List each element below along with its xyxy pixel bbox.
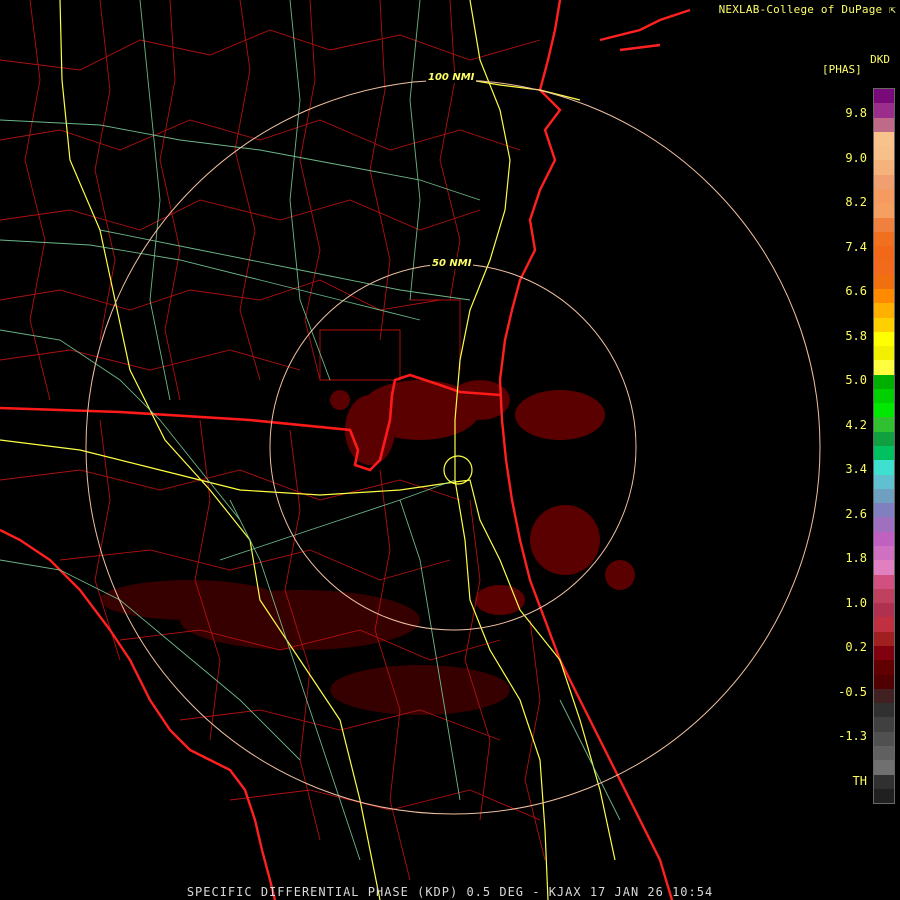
radar-map xyxy=(0,0,900,900)
color-scale-swatch xyxy=(874,174,894,189)
color-scale-tick-label: -0.5 xyxy=(838,684,867,699)
color-scale-swatch xyxy=(874,631,894,646)
color-scale-tick-label: 5.8 xyxy=(845,328,867,343)
color-scale-swatch xyxy=(874,146,894,161)
color-scale-swatch xyxy=(874,303,894,318)
color-scale-swatch xyxy=(874,474,894,489)
color-scale-swatch xyxy=(874,89,894,104)
product-unit: [PHAS] xyxy=(822,63,862,76)
range-ring-label-50: 50 NMI xyxy=(430,258,474,269)
color-scale-swatch xyxy=(874,360,894,375)
color-scale-tick-label: 0.2 xyxy=(845,640,867,654)
credit-text: NEXLAB-College of DuPage xyxy=(718,3,883,16)
color-scale-swatch xyxy=(874,774,894,789)
color-scale-swatch xyxy=(874,231,894,247)
color-scale-tick-label: -1.3 xyxy=(838,729,867,743)
color-scale-swatch xyxy=(874,731,894,746)
color-scale-swatch xyxy=(874,660,894,675)
color-scale-swatch xyxy=(874,260,894,275)
color-scale-swatch xyxy=(874,717,894,732)
color-scale-swatch xyxy=(874,446,894,461)
product-code: DKD xyxy=(870,53,890,66)
color-scale-swatch xyxy=(874,788,894,804)
color-scale-swatch xyxy=(874,246,894,261)
color-scale-swatch xyxy=(874,346,894,361)
color-scale-swatch xyxy=(874,431,894,447)
color-scale-swatch xyxy=(874,188,894,204)
color-scale-swatch xyxy=(874,388,894,404)
color-scale-swatch xyxy=(874,131,894,147)
color-scale-swatch xyxy=(874,117,894,132)
color-scale-swatch xyxy=(874,317,894,332)
color-scale-swatch xyxy=(874,374,894,389)
color-scale-tick-label: 3.4 xyxy=(845,462,867,476)
color-scale-swatch xyxy=(874,745,894,761)
color-scale-swatch xyxy=(874,503,894,518)
color-scale-swatch xyxy=(874,760,894,775)
color-scale-swatch xyxy=(874,588,894,604)
color-scale-tick-label: 2.6 xyxy=(845,506,867,521)
color-scale-swatch xyxy=(874,645,894,661)
color-scale-swatch xyxy=(874,331,894,347)
color-scale-tick-label: 9.0 xyxy=(845,150,867,165)
color-scale-tick-label: 5.0 xyxy=(845,373,867,387)
color-scale-tick-label: 8.2 xyxy=(845,195,867,209)
color-scale-bar xyxy=(873,88,895,804)
credit-banner[interactable]: NEXLAB-College of DuPage ⇱ xyxy=(719,3,896,16)
color-scale-swatch xyxy=(874,603,894,618)
color-scale-swatch xyxy=(874,574,894,589)
color-scale-tick-label: 9.8 xyxy=(845,106,867,120)
color-scale-tick-label: 1.0 xyxy=(845,595,867,610)
color-scale-swatch xyxy=(874,217,894,232)
color-scale-swatch xyxy=(874,703,894,718)
color-scale-tick-label: 1.8 xyxy=(845,551,867,565)
external-link-icon: ⇱ xyxy=(889,3,896,16)
color-scale-swatch xyxy=(874,274,894,289)
color-scale-tick-label: 7.4 xyxy=(845,239,867,254)
color-scale-swatch xyxy=(874,288,894,304)
color-scale-swatch xyxy=(874,160,894,175)
product-caption: SPECIFIC DIFFERENTIAL PHASE (KDP) 0.5 DE… xyxy=(186,885,714,899)
color-scale-tick-label: 6.6 xyxy=(845,284,867,298)
color-scale-swatch xyxy=(874,103,894,118)
color-scale-tick-label: TH xyxy=(852,773,867,788)
range-ring-label-100: 100 NMI xyxy=(426,72,477,83)
color-scale-swatch xyxy=(874,203,894,218)
color-scale-swatch xyxy=(874,617,894,632)
color-scale-swatch xyxy=(874,417,894,432)
color-scale-swatch xyxy=(874,674,894,689)
color-scale-swatch xyxy=(874,488,894,504)
color-scale-tick-label: 4.2 xyxy=(845,417,867,432)
color-scale-swatch xyxy=(874,460,894,475)
color-scale-swatch xyxy=(874,517,894,532)
color-scale-swatch xyxy=(874,560,894,575)
color-scale-swatch xyxy=(874,546,894,561)
color-scale-swatch xyxy=(874,531,894,546)
color-scale-swatch xyxy=(874,688,894,704)
color-scale-swatch xyxy=(874,403,894,418)
